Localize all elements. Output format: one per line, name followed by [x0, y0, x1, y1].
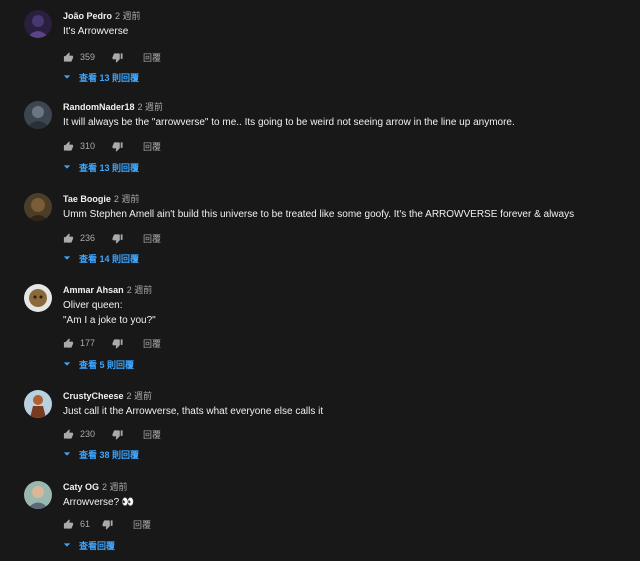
- reply-button[interactable]: 回覆: [143, 140, 161, 153]
- caret-down-icon: [63, 362, 71, 366]
- comment-actions: 359 回覆: [63, 50, 161, 64]
- author-name[interactable]: Tae Boogie: [63, 194, 111, 204]
- comment-text: Umm Stephen Amell ain't build this unive…: [63, 207, 630, 222]
- reply-button[interactable]: 回覆: [133, 518, 151, 531]
- caret-down-icon: [63, 256, 71, 260]
- author-name[interactable]: CrustyCheese: [63, 391, 124, 401]
- caret-down-icon: [63, 452, 71, 456]
- comment-text-line: Just call it the Arrowverse, thats what …: [63, 406, 324, 417]
- comment-time[interactable]: 2 週前: [102, 482, 128, 492]
- author-name[interactable]: Caty OG: [63, 482, 99, 492]
- comment-text: Arrowverse? 👀: [63, 495, 630, 510]
- caret-down-icon: [63, 165, 71, 169]
- comment-header: CrustyCheese 2 週前: [63, 390, 630, 402]
- comment-text: Oliver queen: "Am I a joke to you?": [63, 298, 630, 328]
- like-count: 236: [80, 233, 96, 243]
- comment-time[interactable]: 2 週前: [138, 102, 164, 112]
- comment-text-line: Arrowverse? 👀: [63, 497, 135, 508]
- thumbs-down-icon[interactable]: [112, 141, 123, 152]
- comment-header: Tae Boogie 2 週前: [63, 193, 630, 205]
- comment-time[interactable]: 2 週前: [127, 391, 153, 401]
- view-replies-button[interactable]: 查看 13 則回覆: [63, 160, 139, 174]
- thumbs-down-icon[interactable]: [112, 52, 123, 63]
- view-replies-button[interactable]: 查看 13 則回覆: [63, 70, 139, 84]
- view-replies-button[interactable]: 查看回覆: [63, 538, 115, 552]
- avatar[interactable]: [24, 10, 52, 38]
- comment-header: RandomNader18 2 週前: [63, 101, 630, 113]
- comment-actions: 310 回覆: [63, 139, 161, 153]
- comment-text-line: It's Arrowverse: [63, 26, 129, 37]
- reply-button[interactable]: 回覆: [143, 51, 161, 64]
- comment-body: João Pedro 2 週前 It's Arrowverse 359 回覆 查看…: [63, 10, 630, 83]
- thumbs-up-icon[interactable]: [63, 51, 74, 63]
- author-name[interactable]: Ammar Ahsan: [63, 285, 124, 295]
- thumbs-up-icon[interactable]: [63, 518, 74, 530]
- comment-actions: 236 回覆: [63, 231, 161, 245]
- comment-time[interactable]: 2 週前: [115, 11, 141, 21]
- like-count: 310: [80, 141, 96, 151]
- avatar[interactable]: [24, 390, 52, 418]
- view-replies-button[interactable]: 查看 38 則回覆: [63, 447, 139, 461]
- comment-actions: 230 回覆: [63, 427, 161, 441]
- comment-body: Caty OG 2 週前 Arrowverse? 👀 61 回覆 查看回覆: [63, 481, 630, 551]
- avatar[interactable]: [24, 193, 52, 221]
- avatar[interactable]: [24, 284, 52, 312]
- comment-text-line: Umm Stephen Amell ain't build this unive…: [63, 209, 575, 220]
- caret-down-icon: [63, 543, 71, 547]
- comment-text: It will always be the "arrowverse" to me…: [63, 115, 630, 130]
- caret-down-icon: [63, 75, 71, 79]
- comment-time[interactable]: 2 週前: [114, 194, 140, 204]
- view-replies-label: 查看回覆: [79, 540, 116, 551]
- view-replies-label: 查看 5 則回覆: [79, 359, 135, 370]
- thumbs-down-icon[interactable]: [102, 519, 113, 530]
- thumbs-up-icon[interactable]: [63, 232, 74, 244]
- like-count: 177: [80, 338, 96, 348]
- reply-button[interactable]: 回覆: [143, 428, 161, 441]
- thumbs-up-icon[interactable]: [63, 337, 74, 349]
- like-count: 230: [80, 429, 96, 439]
- thumbs-up-icon[interactable]: [63, 140, 74, 152]
- comment-body: Tae Boogie 2 週前 Umm Stephen Amell ain't b…: [63, 193, 630, 264]
- comment-header: João Pedro 2 週前: [63, 10, 630, 22]
- comment-text-line: "Am I a joke to you?": [63, 315, 156, 326]
- author-name[interactable]: RandomNader18: [63, 102, 135, 112]
- thumbs-down-icon[interactable]: [112, 233, 123, 244]
- comment-text: Just call it the Arrowverse, thats what …: [63, 404, 630, 419]
- avatar[interactable]: [24, 481, 52, 509]
- comment-actions: 177 回覆: [63, 336, 161, 350]
- thumbs-down-icon[interactable]: [112, 429, 123, 440]
- comment-text-line: Oliver queen:: [63, 300, 123, 311]
- view-replies-label: 查看 13 則回覆: [79, 162, 140, 173]
- comment-body: CrustyCheese 2 週前 Just call it the Arrowv…: [63, 390, 630, 460]
- view-replies-label: 查看 14 則回覆: [79, 253, 140, 264]
- comment-actions: 61 回覆: [63, 517, 151, 531]
- comment-header: Caty OG 2 週前: [63, 481, 630, 493]
- view-replies-label: 查看 13 則回覆: [79, 72, 140, 83]
- view-replies-label: 查看 38 則回覆: [79, 449, 140, 460]
- comment-body: Ammar Ahsan 2 週前 Oliver queen: "Am I a jo…: [63, 284, 630, 370]
- author-name[interactable]: João Pedro: [63, 11, 112, 21]
- comment-time[interactable]: 2 週前: [127, 285, 153, 295]
- like-count: 61: [80, 519, 91, 529]
- reply-button[interactable]: 回覆: [143, 337, 161, 350]
- avatar[interactable]: [24, 101, 52, 129]
- comment-text: It's Arrowverse: [63, 24, 630, 39]
- view-replies-button[interactable]: 查看 5 則回覆: [63, 357, 134, 371]
- view-replies-button[interactable]: 查看 14 則回覆: [63, 251, 139, 265]
- like-count: 359: [80, 52, 96, 62]
- comment-header: Ammar Ahsan 2 週前: [63, 284, 630, 296]
- thumbs-up-icon[interactable]: [63, 428, 74, 440]
- comments-section: João Pedro 2 週前 It's Arrowverse 359 回覆 查看…: [0, 0, 640, 561]
- thumbs-down-icon[interactable]: [112, 338, 123, 349]
- reply-button[interactable]: 回覆: [143, 232, 161, 245]
- comment-body: RandomNader18 2 週前 It will always be the …: [63, 101, 630, 173]
- comment-text-line: It will always be the "arrowverse" to me…: [63, 117, 515, 128]
